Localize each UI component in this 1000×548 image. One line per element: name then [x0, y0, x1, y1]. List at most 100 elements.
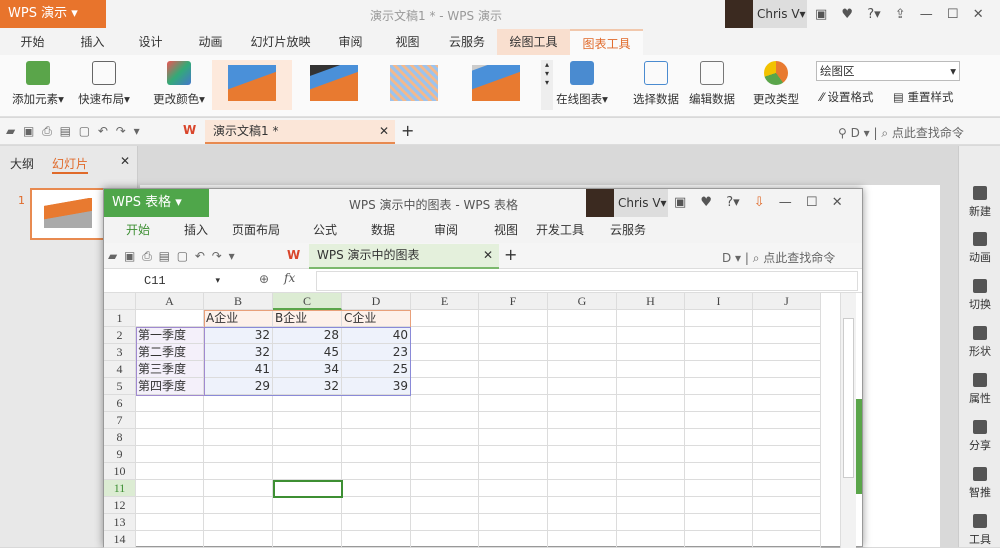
- new-tab-icon[interactable]: +: [504, 245, 517, 264]
- cell[interactable]: [753, 446, 821, 463]
- cell[interactable]: [273, 497, 342, 514]
- tab-cloud[interactable]: 云服务: [442, 29, 492, 55]
- tab-slideshow[interactable]: 幻灯片放映: [248, 29, 313, 55]
- cell[interactable]: [273, 514, 342, 531]
- tab-slides[interactable]: 幻灯片: [52, 155, 89, 174]
- add-element-button[interactable]: 添加元素▾: [8, 55, 68, 107]
- cell[interactable]: [479, 463, 548, 480]
- cell[interactable]: [617, 514, 685, 531]
- sidebar-shapes[interactable]: 形状: [959, 326, 1000, 359]
- cell[interactable]: [342, 412, 411, 429]
- cell[interactable]: [411, 514, 479, 531]
- cell[interactable]: [411, 344, 479, 361]
- row-header[interactable]: 9: [104, 446, 136, 463]
- collapse-handle[interactable]: [856, 399, 862, 494]
- quick-layout-button[interactable]: 快速布局▾: [74, 55, 134, 107]
- cell[interactable]: [136, 395, 204, 412]
- ss-user-account[interactable]: Chris V▾: [586, 189, 668, 217]
- cell[interactable]: [617, 429, 685, 446]
- cell[interactable]: [548, 361, 617, 378]
- cell[interactable]: 第三季度: [136, 361, 204, 378]
- row-header[interactable]: 6: [104, 395, 136, 412]
- ss-menu-tab[interactable]: 插入: [172, 217, 220, 243]
- slide-thumbnail[interactable]: [30, 188, 106, 240]
- cell[interactable]: [685, 327, 753, 344]
- close-tab-icon[interactable]: ✕: [379, 120, 389, 142]
- ss-menu-tab[interactable]: 数据: [359, 217, 407, 243]
- cell[interactable]: [204, 514, 273, 531]
- cell[interactable]: [479, 361, 548, 378]
- cell[interactable]: 第二季度: [136, 344, 204, 361]
- ss-menu-tab[interactable]: 审阅: [422, 217, 470, 243]
- cell[interactable]: [617, 361, 685, 378]
- cell[interactable]: [548, 463, 617, 480]
- cell[interactable]: [411, 480, 479, 497]
- cell[interactable]: [479, 429, 548, 446]
- chart-style-3[interactable]: [390, 65, 438, 101]
- cell[interactable]: [617, 531, 685, 548]
- edit-data-button[interactable]: 编辑数据: [686, 55, 738, 107]
- cell[interactable]: 34: [273, 361, 342, 378]
- cell[interactable]: [753, 514, 821, 531]
- sidebar-share[interactable]: 分享: [959, 420, 1000, 453]
- tab-view[interactable]: 视图: [385, 29, 430, 55]
- cell[interactable]: 25: [342, 361, 411, 378]
- doc-tab[interactable]: 演示文稿1 * ✕: [205, 120, 395, 144]
- cell[interactable]: [411, 378, 479, 395]
- fx-button[interactable]: fx: [284, 271, 295, 285]
- cell[interactable]: [342, 531, 411, 548]
- cell[interactable]: [753, 344, 821, 361]
- tab-chart-tools[interactable]: 图表工具: [570, 29, 643, 55]
- cell[interactable]: [479, 395, 548, 412]
- cell[interactable]: [411, 531, 479, 548]
- row-header[interactable]: 11: [104, 480, 136, 497]
- cell[interactable]: [617, 310, 685, 327]
- chart-element-select[interactable]: 绘图区 ▾: [816, 61, 960, 81]
- sidebar-transition[interactable]: 切换: [959, 279, 1000, 312]
- new-tab-icon[interactable]: +: [401, 121, 414, 140]
- cell[interactable]: [342, 395, 411, 412]
- cell[interactable]: [685, 310, 753, 327]
- user-account[interactable]: Chris V▾: [725, 0, 807, 28]
- cell[interactable]: [753, 463, 821, 480]
- styles-scroll[interactable]: ▴ ▾ ▾: [541, 60, 553, 110]
- cell[interactable]: 45: [273, 344, 342, 361]
- cell[interactable]: [617, 497, 685, 514]
- tab-insert[interactable]: 插入: [70, 29, 115, 55]
- ss-search-command[interactable]: D ▾ | ⌕ 点此查找命令: [722, 249, 835, 266]
- row-header[interactable]: 14: [104, 531, 136, 548]
- tab-drawing-tools[interactable]: 绘图工具: [497, 29, 570, 55]
- row-header[interactable]: 8: [104, 429, 136, 446]
- cell[interactable]: [136, 412, 204, 429]
- row-header[interactable]: 1: [104, 310, 136, 327]
- cell[interactable]: [411, 327, 479, 344]
- cell[interactable]: [753, 412, 821, 429]
- cell[interactable]: 41: [204, 361, 273, 378]
- cell[interactable]: [548, 531, 617, 548]
- cell[interactable]: [411, 412, 479, 429]
- cell[interactable]: [753, 480, 821, 497]
- select-data-button[interactable]: 选择数据: [630, 55, 682, 107]
- cell[interactable]: [479, 310, 548, 327]
- cell[interactable]: [479, 446, 548, 463]
- cell[interactable]: [617, 395, 685, 412]
- column-header[interactable]: E: [411, 293, 479, 310]
- tab-outline[interactable]: 大纲: [10, 155, 34, 172]
- cell[interactable]: [411, 361, 479, 378]
- cell[interactable]: 29: [204, 378, 273, 395]
- column-header[interactable]: G: [548, 293, 617, 310]
- column-header[interactable]: F: [479, 293, 548, 310]
- cell[interactable]: [342, 429, 411, 446]
- row-header[interactable]: 7: [104, 412, 136, 429]
- tab-design[interactable]: 设计: [128, 29, 173, 55]
- cell[interactable]: [548, 378, 617, 395]
- column-header[interactable]: H: [617, 293, 685, 310]
- cell[interactable]: [204, 395, 273, 412]
- cell[interactable]: [479, 514, 548, 531]
- tab-home[interactable]: 开始: [10, 29, 55, 55]
- cell[interactable]: [685, 446, 753, 463]
- cell[interactable]: [342, 480, 411, 497]
- cell[interactable]: [136, 446, 204, 463]
- reset-style-button[interactable]: ▤ 重置样式: [893, 89, 954, 105]
- cell[interactable]: [136, 480, 204, 497]
